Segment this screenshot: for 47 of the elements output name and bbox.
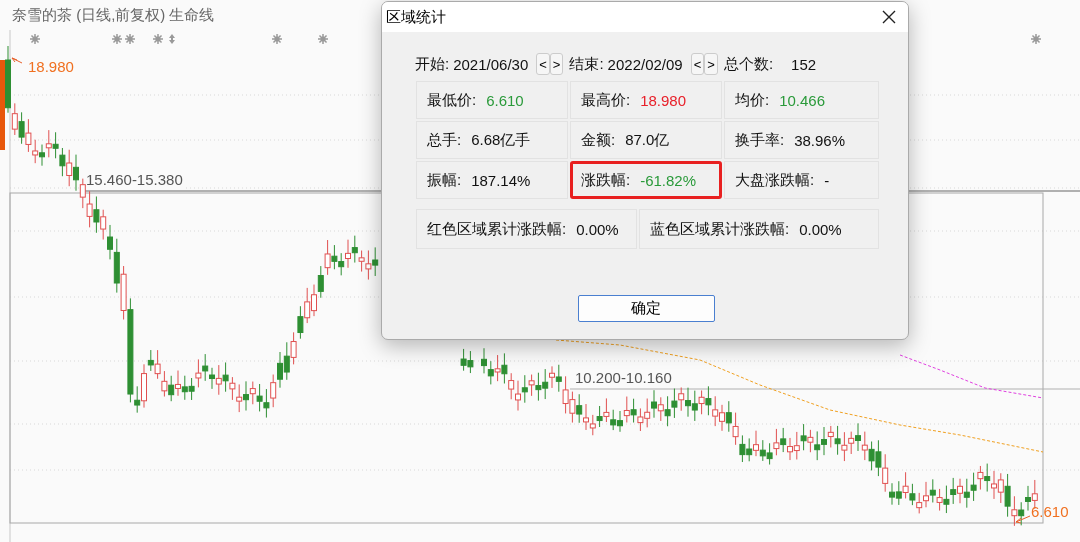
stat-label: 总手: — [427, 130, 462, 150]
start-date-value: 2021/06/30 — [453, 55, 529, 73]
stat-label: 涨跌幅: — [581, 170, 631, 190]
end-date-label: 结束: — [569, 54, 604, 74]
event-marker-icon[interactable] — [317, 33, 329, 45]
stat-label: 换手率: — [735, 130, 785, 150]
close-icon — [882, 10, 896, 24]
price-label: 18.980 — [28, 58, 74, 76]
chart-title: 奈雪的茶 (日线,前复权) 生命线 — [12, 5, 215, 25]
step-button[interactable]: > — [704, 53, 718, 75]
stat-value: 0.00% — [576, 220, 619, 238]
event-marker-icon[interactable] — [152, 33, 164, 45]
stat-value: - — [824, 171, 830, 189]
stat-value: 38.96% — [794, 131, 846, 149]
stat-label: 振幅: — [427, 170, 462, 190]
ok-button[interactable]: 确定 — [577, 295, 715, 322]
stat-label: 红色区域累计涨跌幅: — [427, 219, 567, 239]
stat-label: 最低价: — [427, 90, 477, 110]
event-marker-icon[interactable] — [1030, 33, 1042, 45]
stat-value: 87.0亿 — [625, 130, 670, 150]
stat-value: 6.68亿手 — [471, 130, 531, 150]
double-arrow-icon[interactable] — [169, 34, 175, 44]
event-marker-icon[interactable] — [29, 33, 41, 45]
leader-line — [11, 57, 23, 64]
stat-value: -61.82% — [640, 171, 697, 189]
stat-label: 大盘涨跌幅: — [735, 170, 815, 190]
step-button[interactable]: < — [690, 53, 705, 75]
stat-label: 最高价: — [581, 90, 631, 110]
stat-label: 蓝色区域累计涨跌幅: — [650, 219, 790, 239]
start-date-label: 开始: — [415, 54, 450, 74]
count-label: 总个数: — [723, 54, 774, 74]
stat-value: 18.980 — [640, 91, 687, 109]
stat-value: 187.14% — [471, 171, 531, 189]
step-button[interactable]: < — [536, 53, 550, 75]
stat-value: 0.00% — [799, 220, 842, 238]
stat-value: 10.466 — [779, 91, 826, 109]
stat-value: 6.610 — [486, 91, 524, 109]
dialog-title: 区域统计 — [386, 7, 446, 27]
price-label: 6.610 — [1031, 503, 1069, 521]
stat-label: 金额: — [581, 130, 616, 150]
count-value: 152 — [791, 55, 817, 73]
event-marker-icon[interactable] — [124, 33, 136, 45]
event-marker-icon[interactable] — [271, 33, 283, 45]
end-date-value: 2022/02/09 — [607, 55, 683, 73]
event-marker-icon[interactable] — [111, 33, 123, 45]
stat-label: 均价: — [735, 90, 770, 110]
leader-line — [1015, 515, 1031, 524]
